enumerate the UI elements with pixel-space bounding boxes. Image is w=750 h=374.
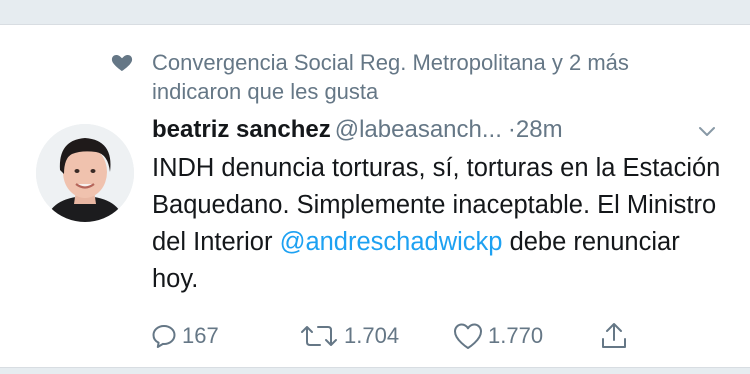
social-context-text[interactable]: Convergencia Social Reg. Metropolitana y… <box>152 48 722 106</box>
like-button[interactable]: 1.770 <box>452 316 543 356</box>
avatar[interactable] <box>36 124 134 222</box>
avatar-photo <box>36 124 134 222</box>
top-separator <box>0 0 750 25</box>
retweet-icon <box>301 326 337 346</box>
retweet-button[interactable]: 1.704 <box>298 316 399 356</box>
separator-dot: · <box>507 116 516 143</box>
mention-link[interactable]: @andreschadwickp <box>280 228 503 256</box>
reply-count: 167 <box>182 323 219 348</box>
author-handle[interactable]: @labeasanch... <box>335 116 502 143</box>
chevron-down-icon[interactable] <box>696 120 718 142</box>
heart-icon <box>454 323 482 349</box>
bottom-separator <box>0 367 750 374</box>
timestamp[interactable]: 28m <box>516 116 563 143</box>
action-bar: 167 1.704 1.770 <box>150 316 650 356</box>
retweet-count: 1.704 <box>344 323 400 348</box>
tweet-text: INDH denuncia torturas, sí, torturas en … <box>152 150 727 298</box>
heart-icon <box>111 55 133 71</box>
like-count: 1.770 <box>488 323 544 348</box>
tweet-header: beatriz sanchez @labeasanch... ·28m <box>152 112 732 148</box>
reply-icon <box>152 325 176 348</box>
author-name[interactable]: beatriz sanchez <box>152 116 331 143</box>
reply-button[interactable]: 167 <box>150 316 219 356</box>
share-button[interactable] <box>598 316 630 356</box>
share-icon <box>602 323 626 348</box>
